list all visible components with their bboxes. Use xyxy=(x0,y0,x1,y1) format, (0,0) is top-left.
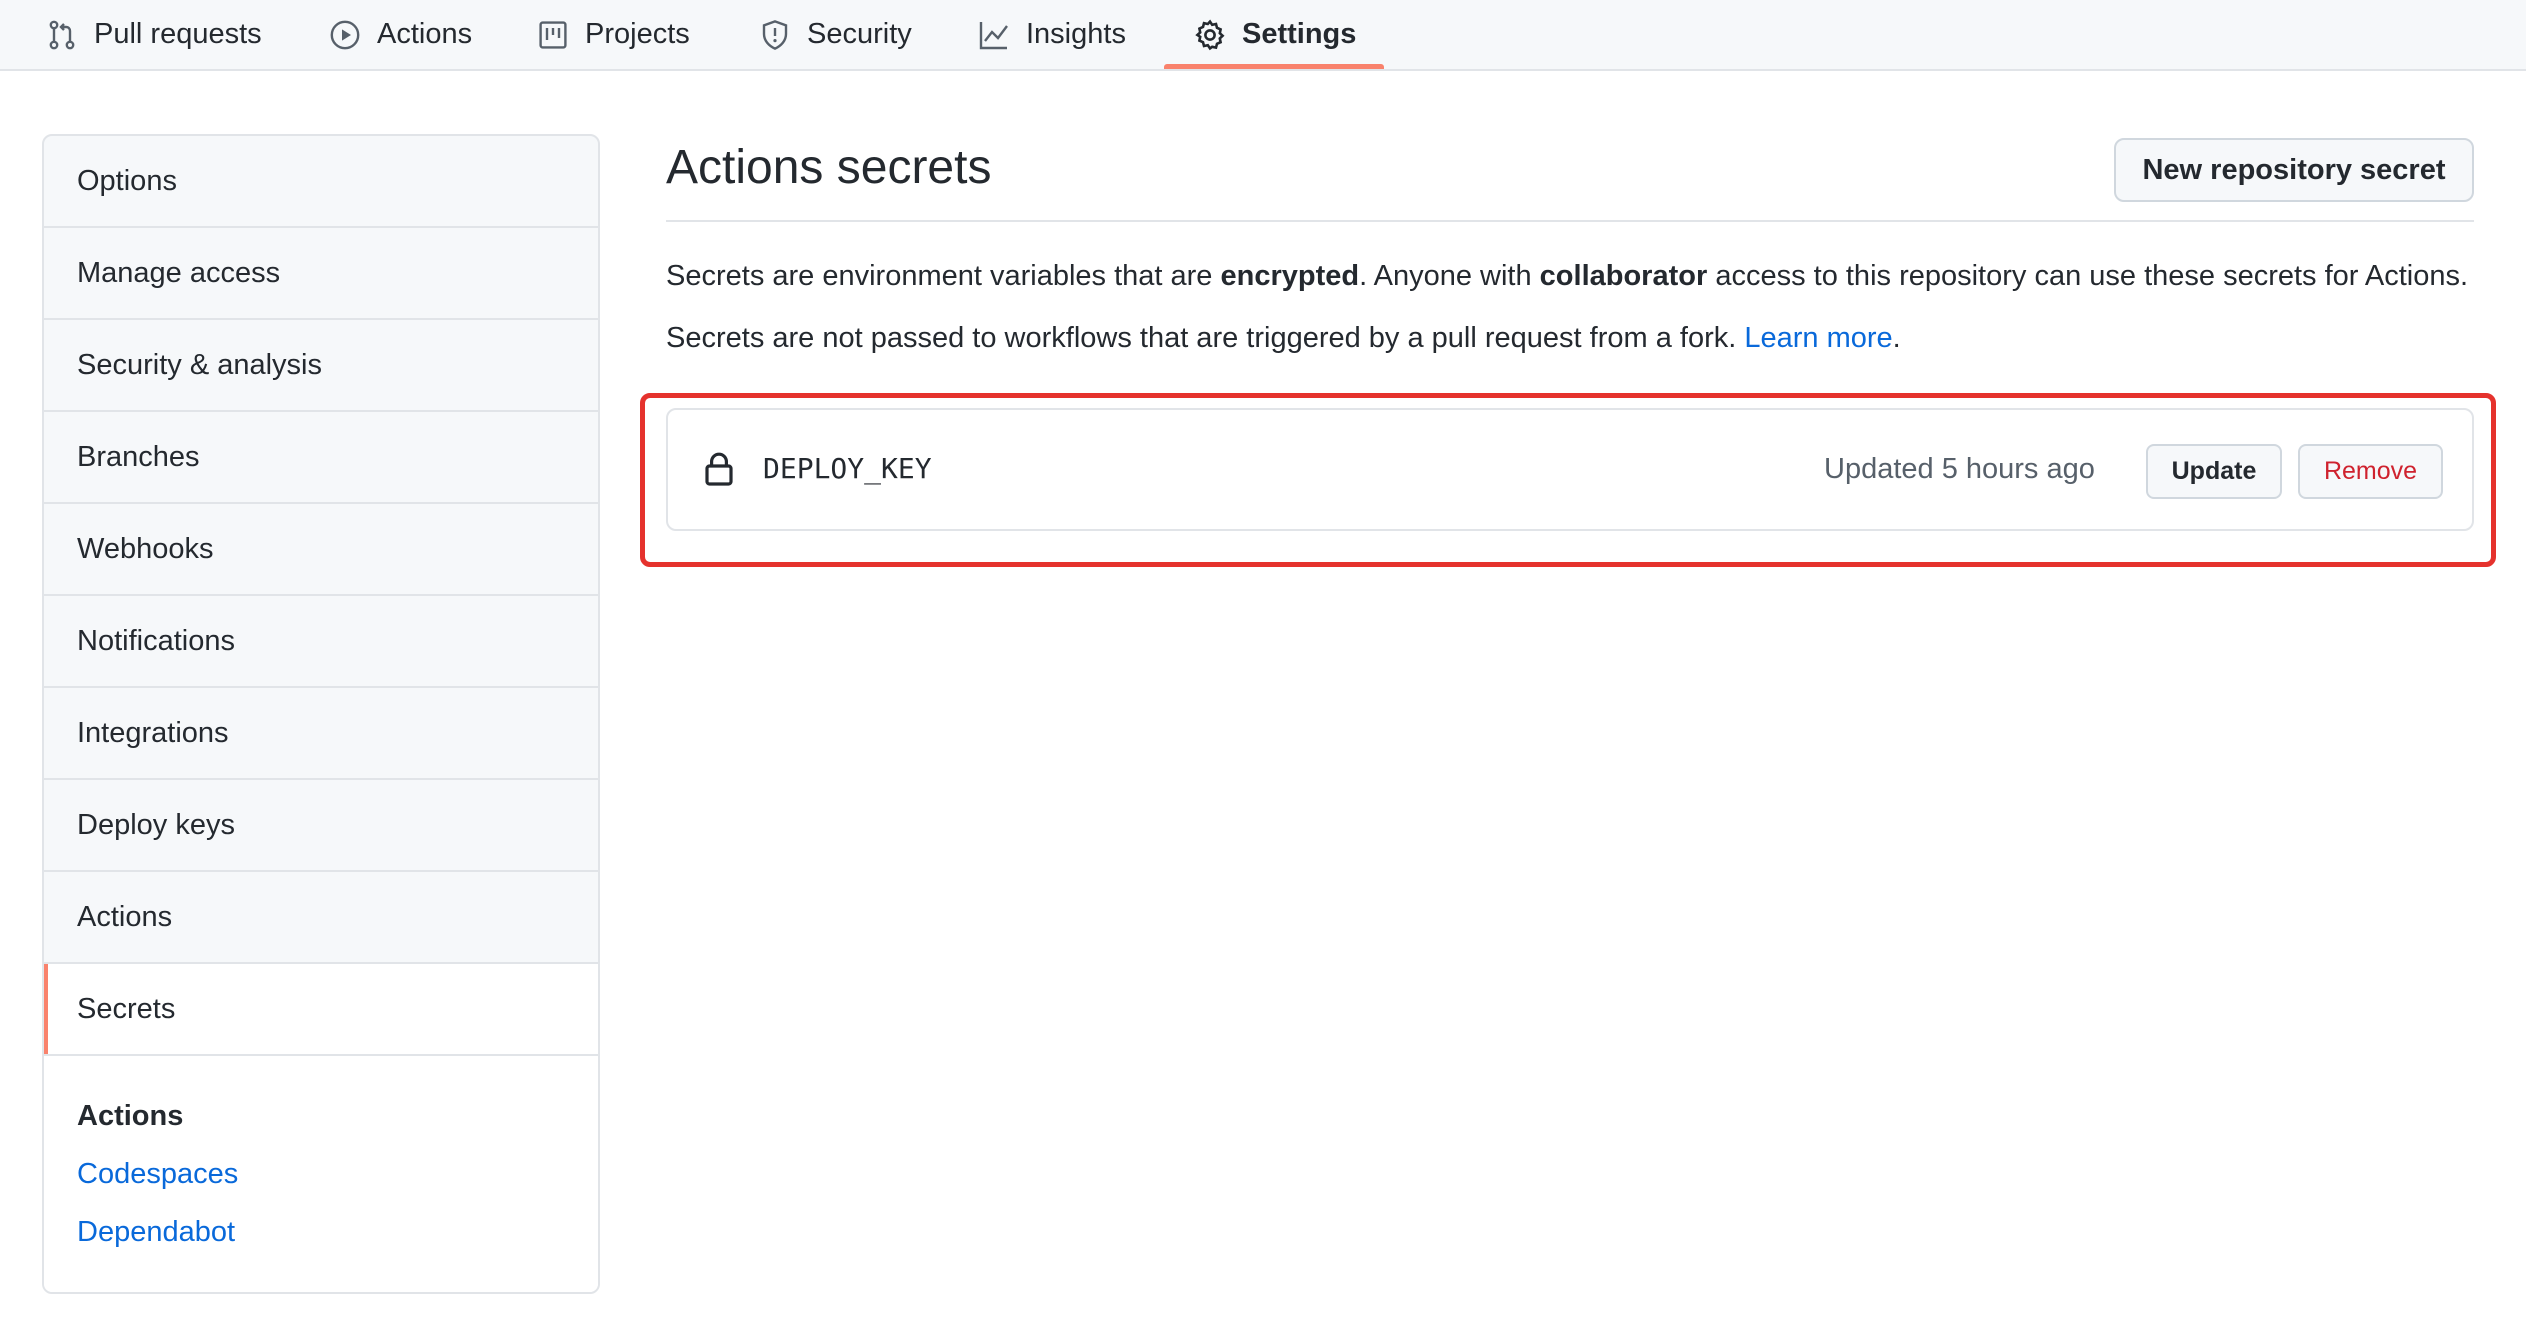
sidebar-item-label: Deploy keys xyxy=(77,808,235,841)
tab-label: Settings xyxy=(1242,18,1357,50)
sidebar-secrets-subsection: Actions Codespaces Dependabot xyxy=(44,1056,598,1292)
secrets-description: Secrets are environment variables that a… xyxy=(666,260,2468,293)
sidebar-item-label: Integrations xyxy=(77,716,229,749)
graph-icon xyxy=(979,21,1008,49)
sidebar-item-manage-access[interactable]: Manage access xyxy=(44,228,598,320)
new-repository-secret-button[interactable]: New repository secret xyxy=(2114,138,2474,202)
tab-actions[interactable]: Actions xyxy=(329,0,472,69)
sidebar-item-options[interactable]: Options xyxy=(44,136,598,228)
tab-settings[interactable]: Settings xyxy=(1194,0,1356,69)
sidebar-item-label: Actions xyxy=(77,900,173,933)
sidebar-item-label: Webhooks xyxy=(77,532,214,565)
secret-name: DEPLOY_KEY xyxy=(763,452,932,485)
sidebar-item-deploy-keys[interactable]: Deploy keys xyxy=(44,780,598,872)
sidebar-item-label: Secrets xyxy=(77,992,176,1025)
fork-notice-end: . xyxy=(1892,322,1901,354)
sidebar-item-actions[interactable]: Actions xyxy=(44,872,598,964)
fork-notice: Secrets are not passed to workflows that… xyxy=(666,322,1901,355)
selected-tab-indicator xyxy=(1164,64,1384,69)
settings-sidebar: Options Manage access Security & analysi… xyxy=(42,134,600,1294)
sidebar-item-label: Manage access xyxy=(77,256,281,289)
lock-icon xyxy=(705,452,733,486)
description-text: Secrets are environment variables that a… xyxy=(666,260,1221,292)
sidebar-item-security-analysis[interactable]: Security & analysis xyxy=(44,320,598,412)
description-bold-collaborator: collaborator xyxy=(1539,260,1708,292)
sidebar-item-label: Notifications xyxy=(77,624,235,657)
tab-projects[interactable]: Projects xyxy=(537,0,690,69)
fork-notice-text: Secrets are not passed to workflows that… xyxy=(666,322,1745,354)
secret-row: DEPLOY_KEY Updated 5 hours ago Update Re… xyxy=(666,408,2474,531)
gear-icon xyxy=(1195,19,1225,50)
remove-secret-button[interactable]: Remove xyxy=(2298,444,2443,499)
sidebar-item-integrations[interactable]: Integrations xyxy=(44,688,598,780)
subsection-heading: Actions xyxy=(77,1100,184,1132)
tab-label: Security xyxy=(807,18,912,50)
sidebar-item-secrets[interactable]: Secrets xyxy=(44,964,598,1056)
tab-security[interactable]: Security xyxy=(759,0,912,69)
sidebar-item-label: Branches xyxy=(77,440,200,473)
secret-updated-time: Updated 5 hours ago xyxy=(1824,453,2095,485)
page-title: Actions secrets xyxy=(666,141,992,194)
sidebar-item-webhooks[interactable]: Webhooks xyxy=(44,504,598,596)
sidebar-link-codespaces[interactable]: Codespaces xyxy=(77,1158,238,1191)
update-secret-button[interactable]: Update xyxy=(2146,444,2282,499)
description-bold-encrypted: encrypted xyxy=(1220,260,1360,292)
project-icon xyxy=(539,20,567,49)
tab-label: Projects xyxy=(585,18,690,50)
sidebar-item-label: Security & analysis xyxy=(77,348,322,381)
description-text: access to this repository can use these … xyxy=(1707,260,2469,292)
shield-icon xyxy=(762,19,788,50)
learn-more-link[interactable]: Learn more xyxy=(1744,322,1892,354)
sidebar-item-branches[interactable]: Branches xyxy=(44,412,598,504)
pull-request-icon xyxy=(49,20,75,49)
sidebar-item-label: Options xyxy=(77,164,177,197)
tab-label: Actions xyxy=(377,18,473,50)
title-divider xyxy=(666,220,2474,222)
sidebar-link-dependabot[interactable]: Dependabot xyxy=(77,1216,235,1249)
repo-nav: Pull requests Actions Projects Security … xyxy=(0,0,2526,71)
tab-label: Insights xyxy=(1026,18,1126,50)
play-icon xyxy=(330,20,360,49)
tab-insights[interactable]: Insights xyxy=(978,0,1126,69)
sidebar-item-notifications[interactable]: Notifications xyxy=(44,596,598,688)
tab-label: Pull requests xyxy=(94,18,262,50)
tab-pull-requests[interactable]: Pull requests xyxy=(46,0,262,69)
description-text: . Anyone with xyxy=(1359,260,1540,292)
